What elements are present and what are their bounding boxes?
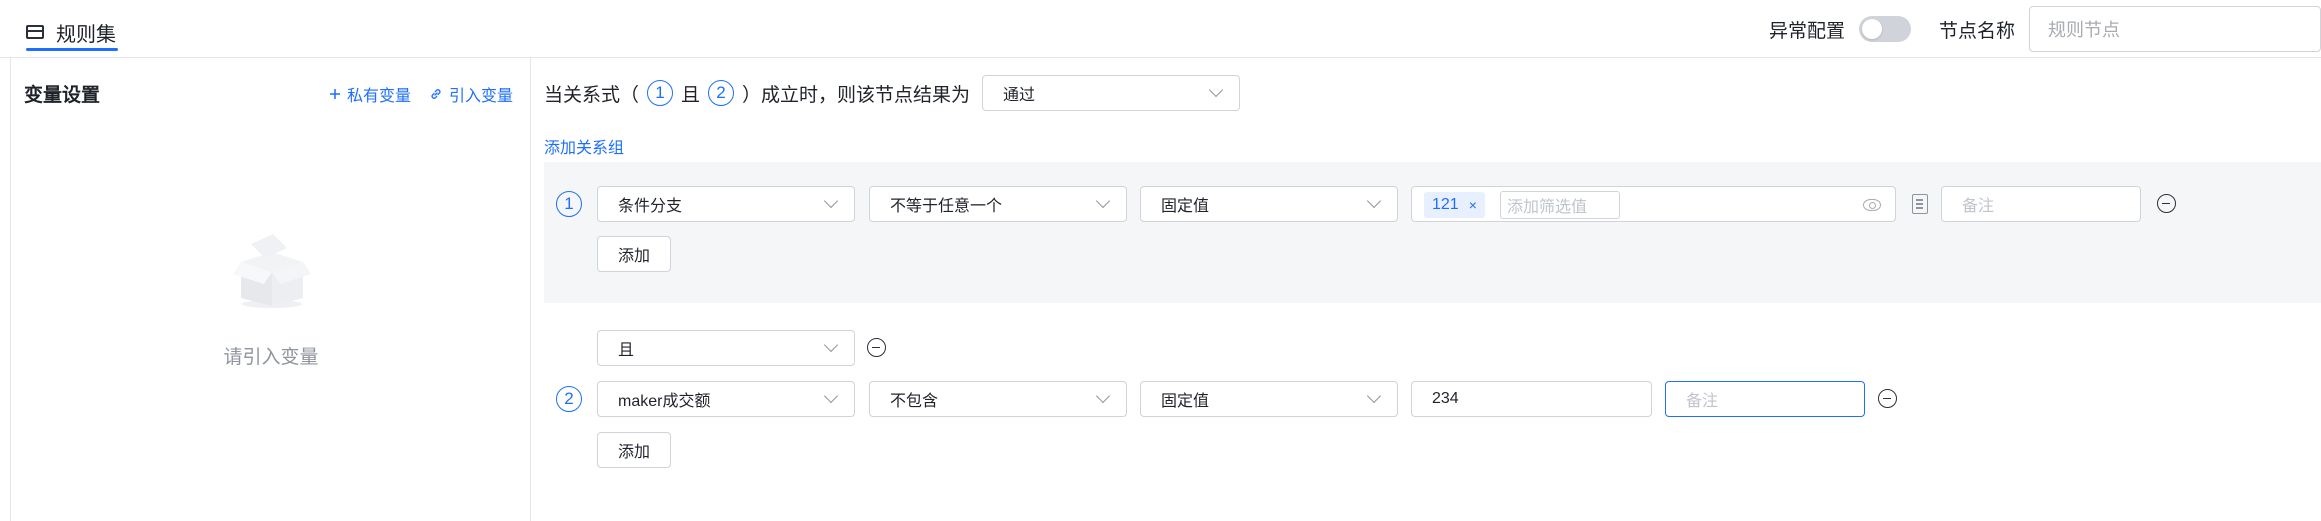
add-private-variable-link[interactable]: 私有变量 (329, 82, 411, 106)
value-input[interactable]: 234 (1411, 381, 1652, 417)
node-name-label: 节点名称 (1938, 20, 2015, 42)
tab-ruleset-label: 规则集 (56, 23, 116, 46)
condition-prefix: 当关系式（ (544, 84, 640, 106)
field-select[interactable]: 条件分支 (597, 186, 855, 222)
tab-ruleset[interactable]: 规则集 (26, 14, 118, 51)
rule-editor: 当关系式（ 1 且 2 ）成立时，则该节点结果为 通过 添加关系组 1 条件分支… (544, 58, 2321, 521)
field-select-value: 条件分支 (618, 198, 683, 215)
operator-select[interactable]: 不等于任意一个 (869, 186, 1127, 222)
filter-value-tag: 121 × (1424, 192, 1485, 218)
import-variable-link[interactable]: 引入变量 (429, 82, 513, 106)
chevron-down-icon (823, 388, 839, 404)
value-type-select[interactable]: 固定值 (1140, 381, 1398, 417)
add-relation-group-link[interactable]: 添加关系组 (544, 134, 624, 158)
relation-group-1: 1 条件分支 不等于任意一个 固定值 121 × 添加筛选值 备注 添加 (544, 162, 2321, 303)
chevron-down-icon (823, 337, 839, 353)
document-icon[interactable] (1912, 194, 1928, 214)
add-private-variable-label: 私有变量 (347, 88, 412, 105)
add-condition-button[interactable]: 添加 (597, 236, 671, 272)
plus-icon (330, 89, 340, 99)
field-select-value: maker成交额 (618, 393, 711, 410)
exception-config-label: 异常配置 (1768, 20, 1845, 42)
node-name-input[interactable]: 规则节点 (2029, 6, 2321, 52)
variable-sidebar: 变量设置 私有变量 引入变量 请引入变量 (11, 58, 531, 521)
group-index-badge: 2 (556, 386, 582, 412)
empty-variables-text: 请引入变量 (223, 347, 319, 368)
filter-value-tag-label: 121 (1432, 196, 1459, 213)
card-icon (26, 25, 44, 39)
operator-select[interactable]: 不包含 (869, 381, 1127, 417)
value-type-select-value: 固定值 (1161, 198, 1210, 215)
remove-group-icon[interactable] (867, 338, 886, 357)
connector-select[interactable]: 且 (597, 330, 855, 366)
header-right-controls: 异常配置 节点名称 规则节点 (1768, 6, 2321, 52)
operator-select-value: 不包含 (890, 393, 939, 410)
field-select[interactable]: maker成交额 (597, 381, 855, 417)
import-variable-label: 引入变量 (449, 88, 514, 105)
remove-condition-icon[interactable] (1878, 389, 1897, 408)
result-select-value: 通过 (1003, 87, 1036, 104)
value-type-select-value: 固定值 (1161, 393, 1210, 410)
variable-settings-title: 变量设置 (24, 85, 101, 106)
relation-ref-2: 2 (708, 80, 735, 106)
eye-icon[interactable] (1863, 199, 1881, 211)
empty-box-icon (233, 234, 311, 308)
header-bar: 规则集 异常配置 节点名称 规则节点 (0, 0, 2321, 58)
condition-suffix: ）成立时，则该节点结果为 (742, 84, 971, 106)
relation-ref-1: 1 (647, 80, 674, 106)
connector-select-value: 且 (618, 342, 635, 359)
chevron-down-icon (1095, 388, 1111, 404)
chevron-down-icon (823, 193, 839, 209)
note-input[interactable]: 备注 (1665, 381, 1865, 417)
chevron-down-icon (1095, 193, 1111, 209)
condition-sentence: 当关系式（ 1 且 2 ）成立时，则该节点结果为 通过 (544, 75, 1241, 111)
note-input[interactable]: 备注 (1941, 186, 2141, 222)
tab-active-indicator (26, 48, 118, 51)
group-index-badge: 1 (556, 191, 582, 217)
filter-value-entry[interactable]: 添加筛选值 (1500, 191, 1620, 219)
chevron-down-icon (1366, 193, 1382, 209)
link-icon (431, 89, 441, 99)
remove-condition-icon[interactable] (2157, 194, 2176, 213)
operator-select-value: 不等于任意一个 (890, 198, 1003, 215)
chevron-down-icon (1366, 388, 1382, 404)
value-type-select[interactable]: 固定值 (1140, 186, 1398, 222)
condition-and: 且 (681, 84, 701, 106)
close-icon[interactable]: × (1469, 197, 1477, 213)
filter-values-input[interactable]: 121 × 添加筛选值 (1411, 186, 1896, 222)
result-select[interactable]: 通过 (982, 75, 1241, 111)
exception-config-toggle[interactable] (1858, 16, 1911, 42)
add-condition-button[interactable]: 添加 (597, 432, 671, 468)
chevron-down-icon (1208, 82, 1224, 98)
